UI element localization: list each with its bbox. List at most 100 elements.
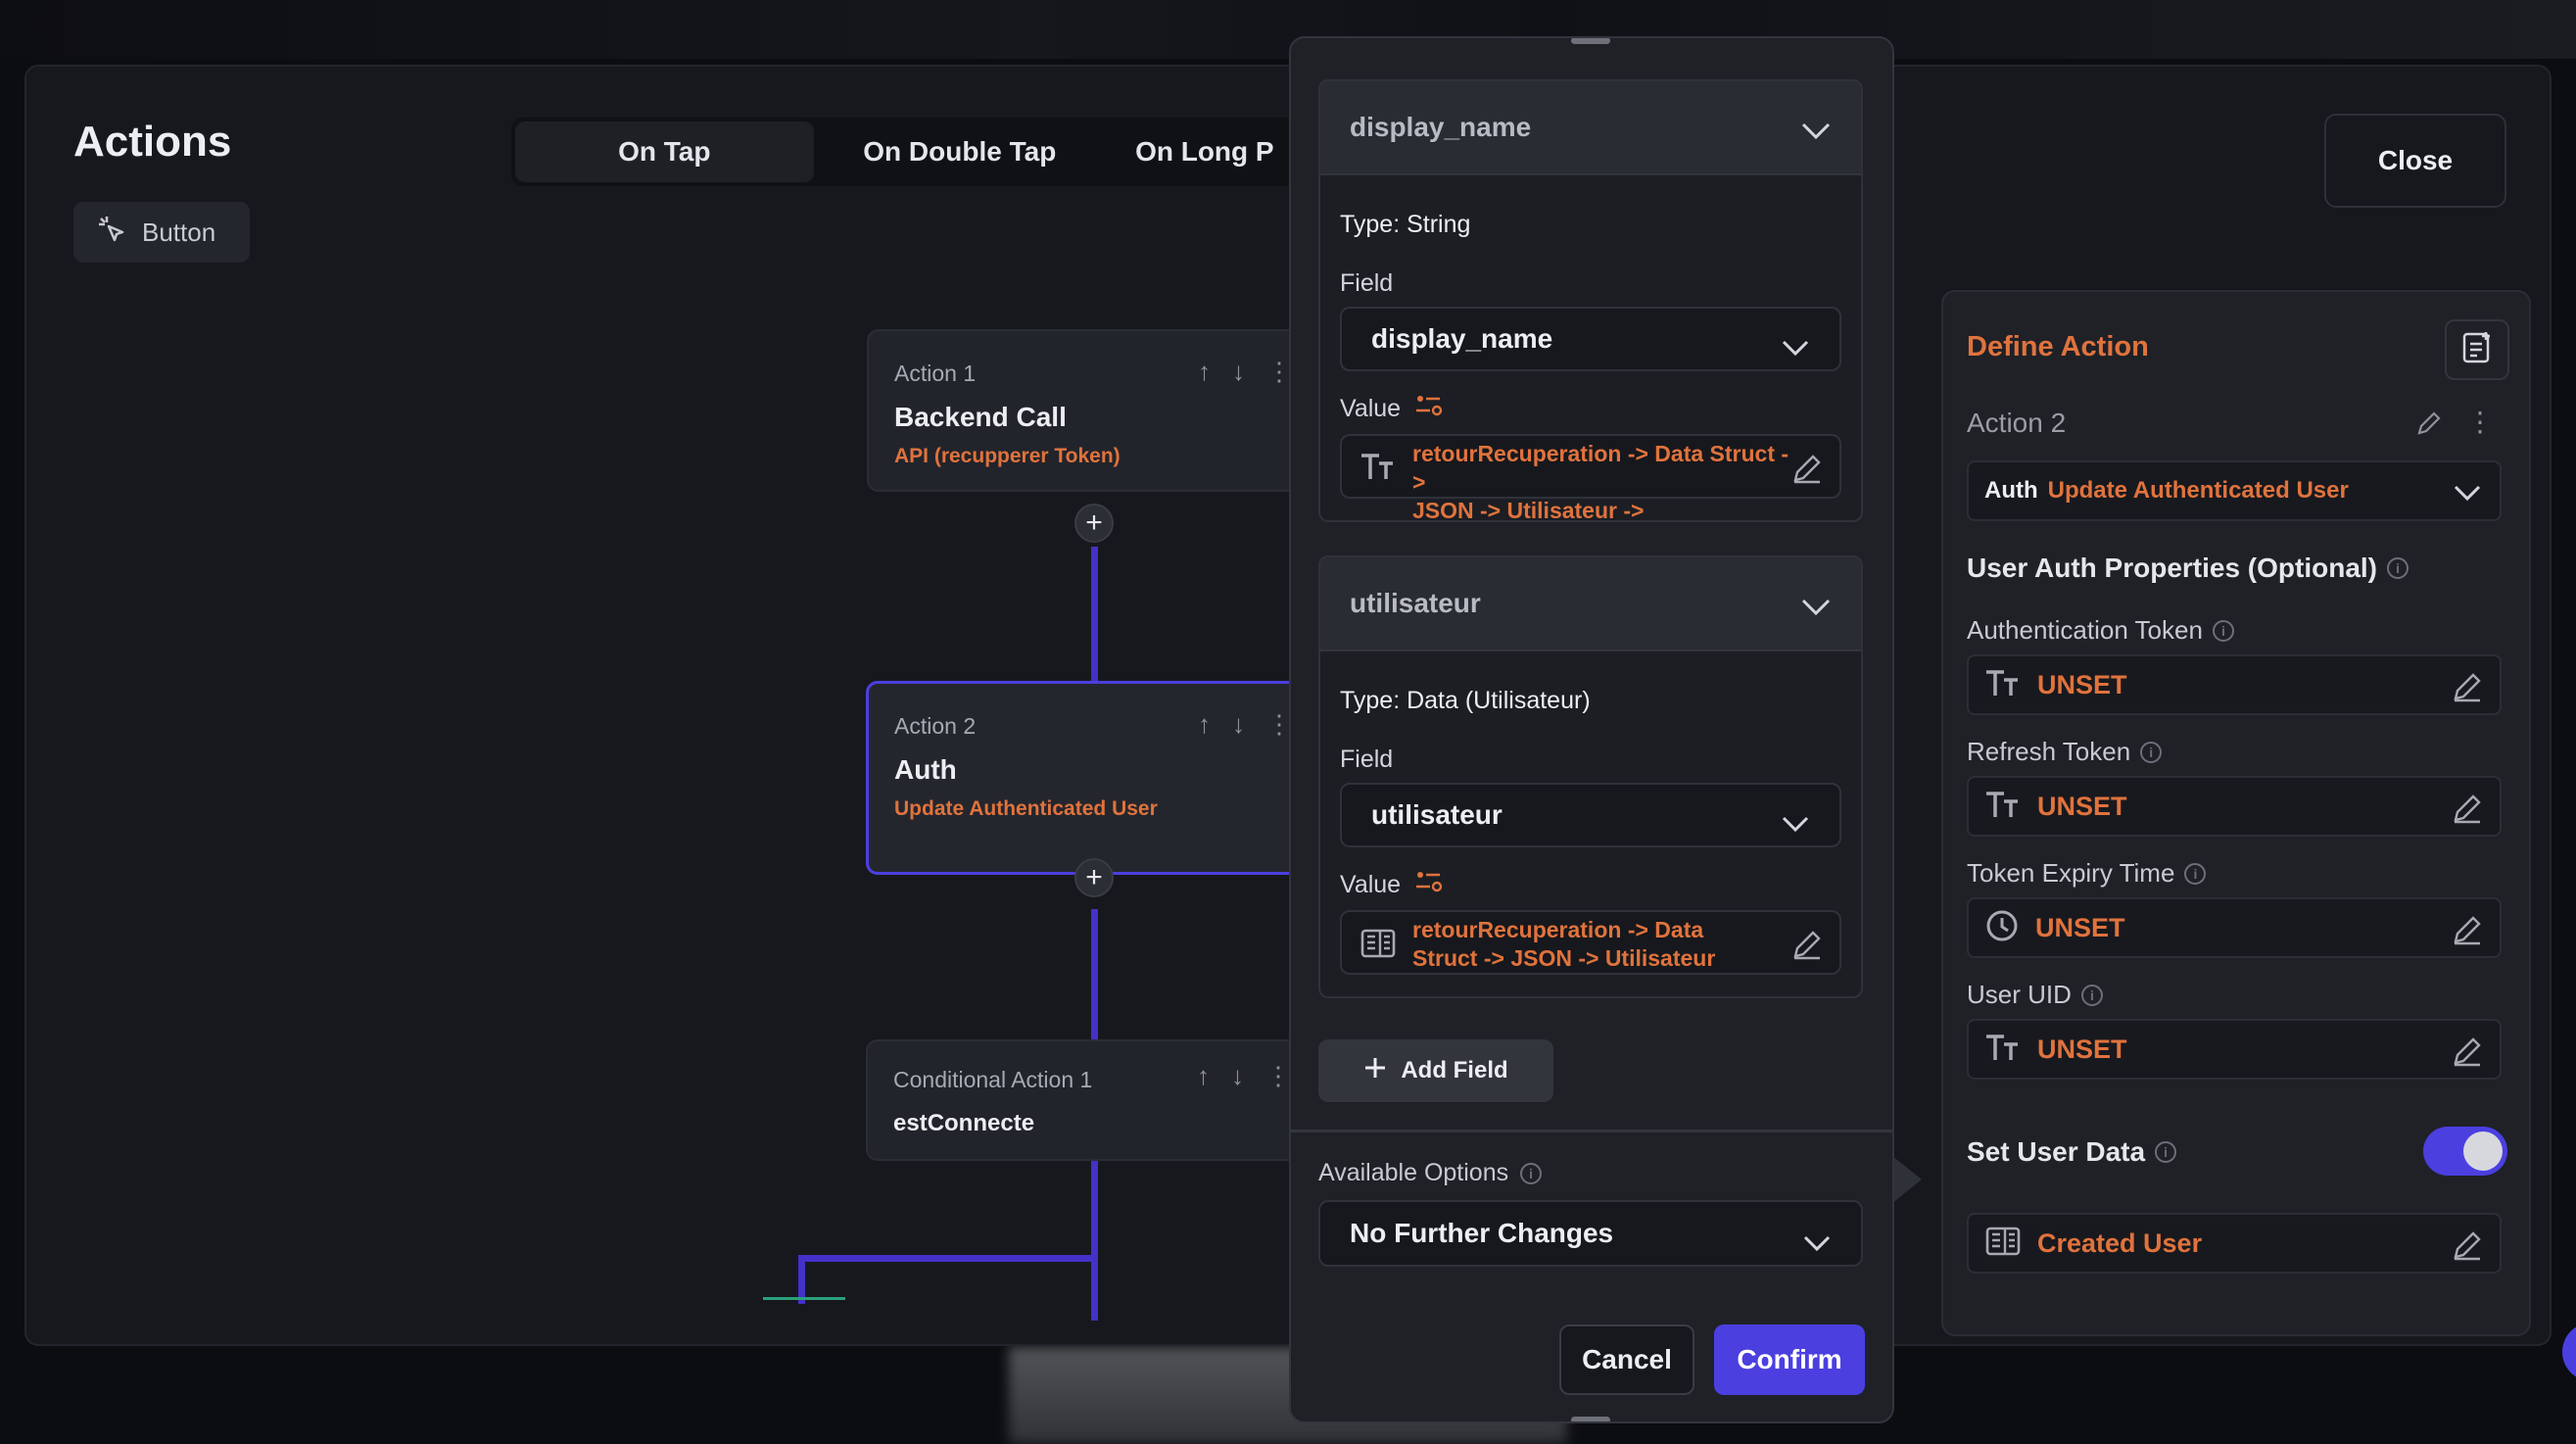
edit-icon[interactable] [2451, 1035, 2484, 1073]
cancel-button[interactable]: Cancel [1559, 1324, 1694, 1395]
info-icon[interactable]: i [2212, 619, 2234, 642]
data-struct-icon [1360, 928, 1397, 964]
value-line-1: retourRecuperation -> Data [1412, 917, 1704, 942]
value-label: Value [1340, 871, 1402, 898]
add-field-button[interactable]: Add Field [1318, 1039, 1553, 1102]
move-up-icon[interactable]: ↑ [1197, 1061, 1210, 1091]
clock-icon [1984, 908, 2020, 948]
action-name-label: Action 2 [1967, 408, 2067, 438]
confirm-button[interactable]: Confirm [1714, 1324, 1865, 1395]
edit-icon[interactable] [2451, 913, 2484, 951]
value-line-1: retourRecuperation -> Data Struct -> [1412, 441, 1789, 495]
flow-connector [1091, 1154, 1098, 1321]
info-icon[interactable]: i [2140, 741, 2163, 763]
chevron-down-icon [1802, 1227, 1832, 1259]
auth-token-field[interactable]: UNSET [1967, 654, 2502, 715]
available-options-label: Available Options [1318, 1159, 1509, 1186]
node-title: Auth [894, 754, 957, 785]
more-options-icon[interactable]: ⋮ [1265, 1061, 1291, 1091]
widget-chip[interactable]: Button [73, 202, 250, 263]
branch-indicator [763, 1297, 845, 1300]
plus-icon [1363, 1056, 1387, 1086]
edit-icon[interactable] [2451, 1228, 2484, 1267]
refresh-token-field[interactable]: UNSET [1967, 776, 2502, 837]
add-action-button[interactable]: + [1074, 504, 1114, 543]
tab-on-tap[interactable]: On Tap [515, 121, 814, 182]
chevron-down-icon [1800, 593, 1832, 624]
variable-toggle-icon[interactable] [1414, 869, 1444, 901]
move-up-icon[interactable]: ↑ [1198, 709, 1211, 740]
tab-on-double-tap[interactable]: On Double Tap [814, 121, 1107, 182]
actions-panel: Actions Button On Tap On Double Tap On L… [24, 65, 2552, 1346]
user-uid-field[interactable]: UNSET [1967, 1019, 2502, 1080]
action-type-value: Update Authenticated User [2047, 477, 2349, 504]
edit-icon[interactable] [2415, 409, 2443, 442]
text-type-icon [1984, 790, 2022, 824]
field-card-display-name: display_name Type: String Field display_… [1318, 79, 1863, 522]
info-icon[interactable]: i [2155, 1141, 2177, 1163]
chip-label: Button [142, 217, 216, 247]
popover-pointer [1892, 1156, 1922, 1203]
field-value-box[interactable]: retourRecuperation -> Data Struct -> JSO… [1340, 434, 1841, 520]
field-value-box[interactable]: retourRecuperation -> Data Struct -> JSO… [1340, 910, 1841, 975]
text-type-icon [1984, 1033, 2022, 1067]
move-down-icon[interactable]: ↓ [1232, 357, 1245, 387]
edit-icon[interactable] [2451, 792, 2484, 830]
document-plus-icon [2460, 330, 2494, 370]
field-card-title: display_name [1350, 112, 1532, 142]
node-title: estConnecte [893, 1110, 1035, 1136]
prop-label: Authentication Token [1967, 615, 2203, 645]
node-subtitle: API (recupperer Token) [894, 445, 1121, 467]
edit-icon[interactable] [1790, 452, 1824, 490]
action-type-prefix: Auth [1984, 477, 2038, 504]
set-user-data-toggle[interactable] [2423, 1127, 2507, 1176]
background-top [0, 0, 2576, 59]
section-title: User Auth Properties (Optional) [1967, 553, 2378, 583]
field-card-header[interactable]: display_name [1320, 81, 1861, 175]
user-data-field[interactable]: Created User [1967, 1213, 2502, 1274]
prop-value: UNSET [2037, 669, 2127, 699]
value-label: Value [1340, 395, 1402, 422]
move-down-icon[interactable]: ↓ [1232, 709, 1245, 740]
move-down-icon[interactable]: ↓ [1231, 1061, 1244, 1091]
variable-toggle-icon[interactable] [1414, 393, 1444, 425]
define-action-panel: Define Action Action 2 ⋮ Auth Update Aut… [1941, 290, 2531, 1336]
info-icon[interactable]: i [2387, 557, 2409, 579]
node-label: Action 1 [894, 361, 977, 386]
add-action-button[interactable]: + [1074, 858, 1114, 897]
flow-connector [798, 1255, 1098, 1262]
field-card-header[interactable]: utilisateur [1320, 557, 1861, 651]
text-type-icon [1984, 668, 2022, 702]
action-type-select[interactable]: Auth Update Authenticated User [1967, 460, 2502, 521]
floating-action-button[interactable] [2562, 1323, 2576, 1381]
define-action-title: Define Action [1967, 331, 2149, 362]
field-select[interactable]: utilisateur [1340, 783, 1841, 847]
set-fields-modal: display_name Type: String Field display_… [1289, 36, 1894, 1423]
user-data-value: Created User [2037, 1227, 2203, 1258]
modal-handle-bottom[interactable] [1571, 1417, 1610, 1421]
info-icon[interactable]: i [2080, 984, 2103, 1006]
field-label: Field [1340, 269, 1394, 297]
data-struct-icon [1984, 1226, 2022, 1262]
modal-divider [1291, 1130, 1892, 1132]
field-card-title: utilisateur [1350, 588, 1481, 618]
more-options-icon[interactable]: ⋮ [2466, 406, 2494, 438]
move-up-icon[interactable]: ↑ [1198, 357, 1211, 387]
node-label: Conditional Action 1 [893, 1067, 1093, 1092]
chevron-down-icon [1781, 332, 1810, 363]
available-options-select[interactable]: No Further Changes [1318, 1200, 1863, 1267]
info-icon[interactable]: i [2184, 862, 2207, 885]
action-library-button[interactable] [2445, 319, 2509, 380]
field-select[interactable]: display_name [1340, 307, 1841, 371]
edit-icon[interactable] [1790, 928, 1824, 966]
edit-icon[interactable] [2451, 670, 2484, 708]
modal-handle-top[interactable] [1571, 38, 1610, 44]
prop-value: UNSET [2035, 912, 2125, 942]
value-line-2: JSON -> Utilisateur -> [1412, 498, 1645, 522]
info-icon[interactable]: i [1520, 1162, 1543, 1184]
close-button[interactable]: Close [2324, 114, 2506, 208]
token-expiry-field[interactable]: UNSET [1967, 897, 2502, 958]
toggle-knob [2463, 1131, 2503, 1171]
field-select-value: utilisateur [1371, 799, 1503, 830]
add-field-label: Add Field [1401, 1057, 1508, 1083]
